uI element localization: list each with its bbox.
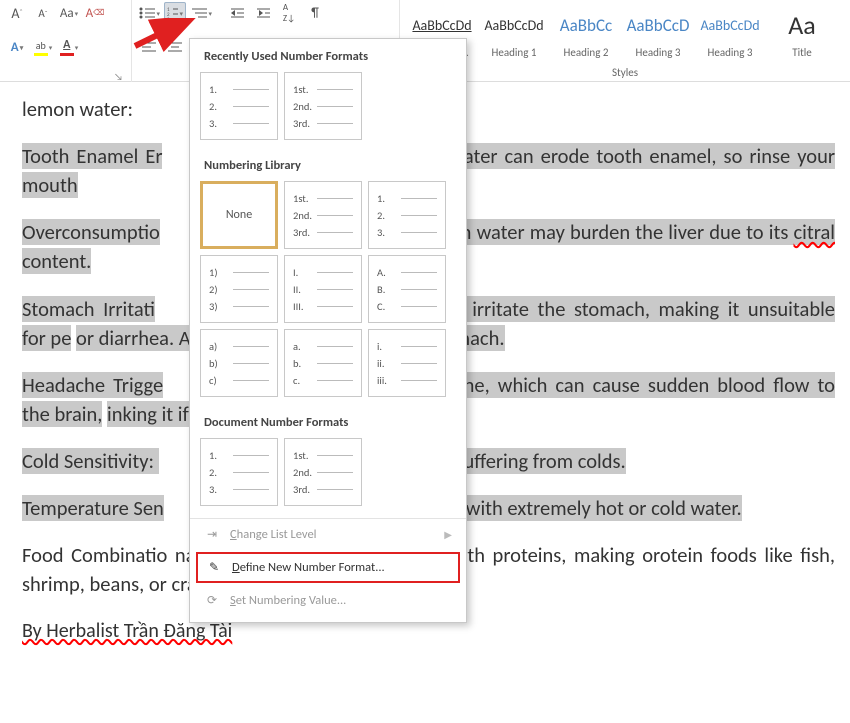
grow-font-button[interactable]: Aˆ (6, 2, 28, 24)
set-value-icon: ⟳ (204, 593, 220, 608)
numbering-option[interactable]: I.II.III. (284, 255, 362, 323)
show-hide-button[interactable]: ¶ (304, 2, 326, 24)
decrease-indent-button[interactable] (226, 2, 248, 24)
numbering-option[interactable]: 1st.2nd.3rd. (284, 72, 362, 140)
dd-grid-library: None1st.2nd.3rd.1.2.3. 1)2)3)I.II.III.A.B… (190, 181, 466, 405)
style-box[interactable]: AaBbCcDHeading 3 (622, 2, 694, 62)
change-list-level-action: ⇥ Change List Level ▶ (190, 519, 466, 550)
numbering-dropdown: Recently Used Number Formats 1.2.3.1st.2… (189, 38, 467, 623)
sort-button[interactable]: AZ↓ (278, 2, 300, 24)
style-box[interactable]: AaBbCcDdHeading 1 (478, 2, 550, 62)
ribbon-font-group: Aˆ Aˇ Aa▾ A⌫ A▾ ab ▾ (0, 0, 132, 82)
clear-format-button[interactable]: A⌫ (84, 2, 106, 24)
dd-footer: ⇥ Change List Level ▶ ✎ Define New Numbe… (190, 518, 466, 616)
numbering-option[interactable]: None (200, 181, 278, 249)
define-icon: ✎ (206, 560, 222, 575)
numbering-option[interactable]: i.ii.iii. (368, 329, 446, 397)
dd-grid-doc: 1.2.3.1st.2nd.3rd. (190, 438, 466, 514)
multilevel-list-button[interactable]: ▾ (190, 2, 212, 24)
svg-text:1: 1 (167, 7, 170, 13)
svg-text:3: 3 (167, 17, 170, 20)
numbering-option[interactable]: 1st.2nd.3rd. (284, 181, 362, 249)
font-dialog-launcher[interactable]: ↘ (113, 70, 125, 82)
numbering-button[interactable]: 123▾ (164, 2, 186, 24)
style-box[interactable]: AaBbCcHeading 2 (550, 2, 622, 62)
svg-text:2: 2 (167, 12, 170, 18)
numbering-option[interactable]: a.b.c. (284, 329, 362, 397)
indent-icon: ⇥ (204, 527, 220, 542)
set-numbering-value-action: ⟳ Set Numbering Value... (190, 585, 466, 616)
bullets-button[interactable]: ▾ (138, 2, 160, 24)
dd-grid-recent: 1.2.3.1st.2nd.3rd. (190, 72, 466, 148)
define-new-number-format-action[interactable]: ✎ Define New Number Format... (196, 552, 460, 583)
numbering-option[interactable]: a)b)c) (200, 329, 278, 397)
numbering-option[interactable]: 1.2.3. (368, 181, 446, 249)
numbering-option[interactable]: 1)2)3) (200, 255, 278, 323)
numbering-option[interactable]: 1st.2nd.3rd. (284, 438, 362, 506)
increase-indent-button[interactable] (252, 2, 274, 24)
style-box[interactable]: AaTitle (766, 2, 838, 62)
numbering-option[interactable]: A.B.C. (368, 255, 446, 323)
highlight-color-button[interactable]: ab ▾ (32, 36, 54, 58)
style-box[interactable]: AaBbCcDdHeading 3 (694, 2, 766, 62)
shrink-font-button[interactable]: Aˇ (32, 2, 54, 24)
dd-section-recent: Recently Used Number Formats (190, 39, 466, 72)
text-effects-button[interactable]: A▾ (6, 36, 28, 58)
align-left-button[interactable] (138, 36, 160, 58)
styles-group-label: Styles (406, 62, 844, 82)
change-case-button[interactable]: Aa▾ (58, 2, 80, 24)
dd-section-doc: Document Number Formats (190, 405, 466, 438)
chevron-right-icon: ▶ (444, 528, 452, 541)
numbering-option[interactable]: 1.2.3. (200, 72, 278, 140)
font-color-button[interactable]: A ▾ (58, 36, 80, 58)
styles-gallery[interactable]: AaBbCcDd¶ No Spac...AaBbCcDdHeading 1AaB… (406, 2, 844, 62)
numbering-option[interactable]: 1.2.3. (200, 438, 278, 506)
ribbon-styles-group: AaBbCcDd¶ No Spac...AaBbCcDdHeading 1AaB… (400, 0, 850, 82)
align-center-button[interactable] (164, 36, 186, 58)
dd-section-library: Numbering Library (190, 148, 466, 181)
